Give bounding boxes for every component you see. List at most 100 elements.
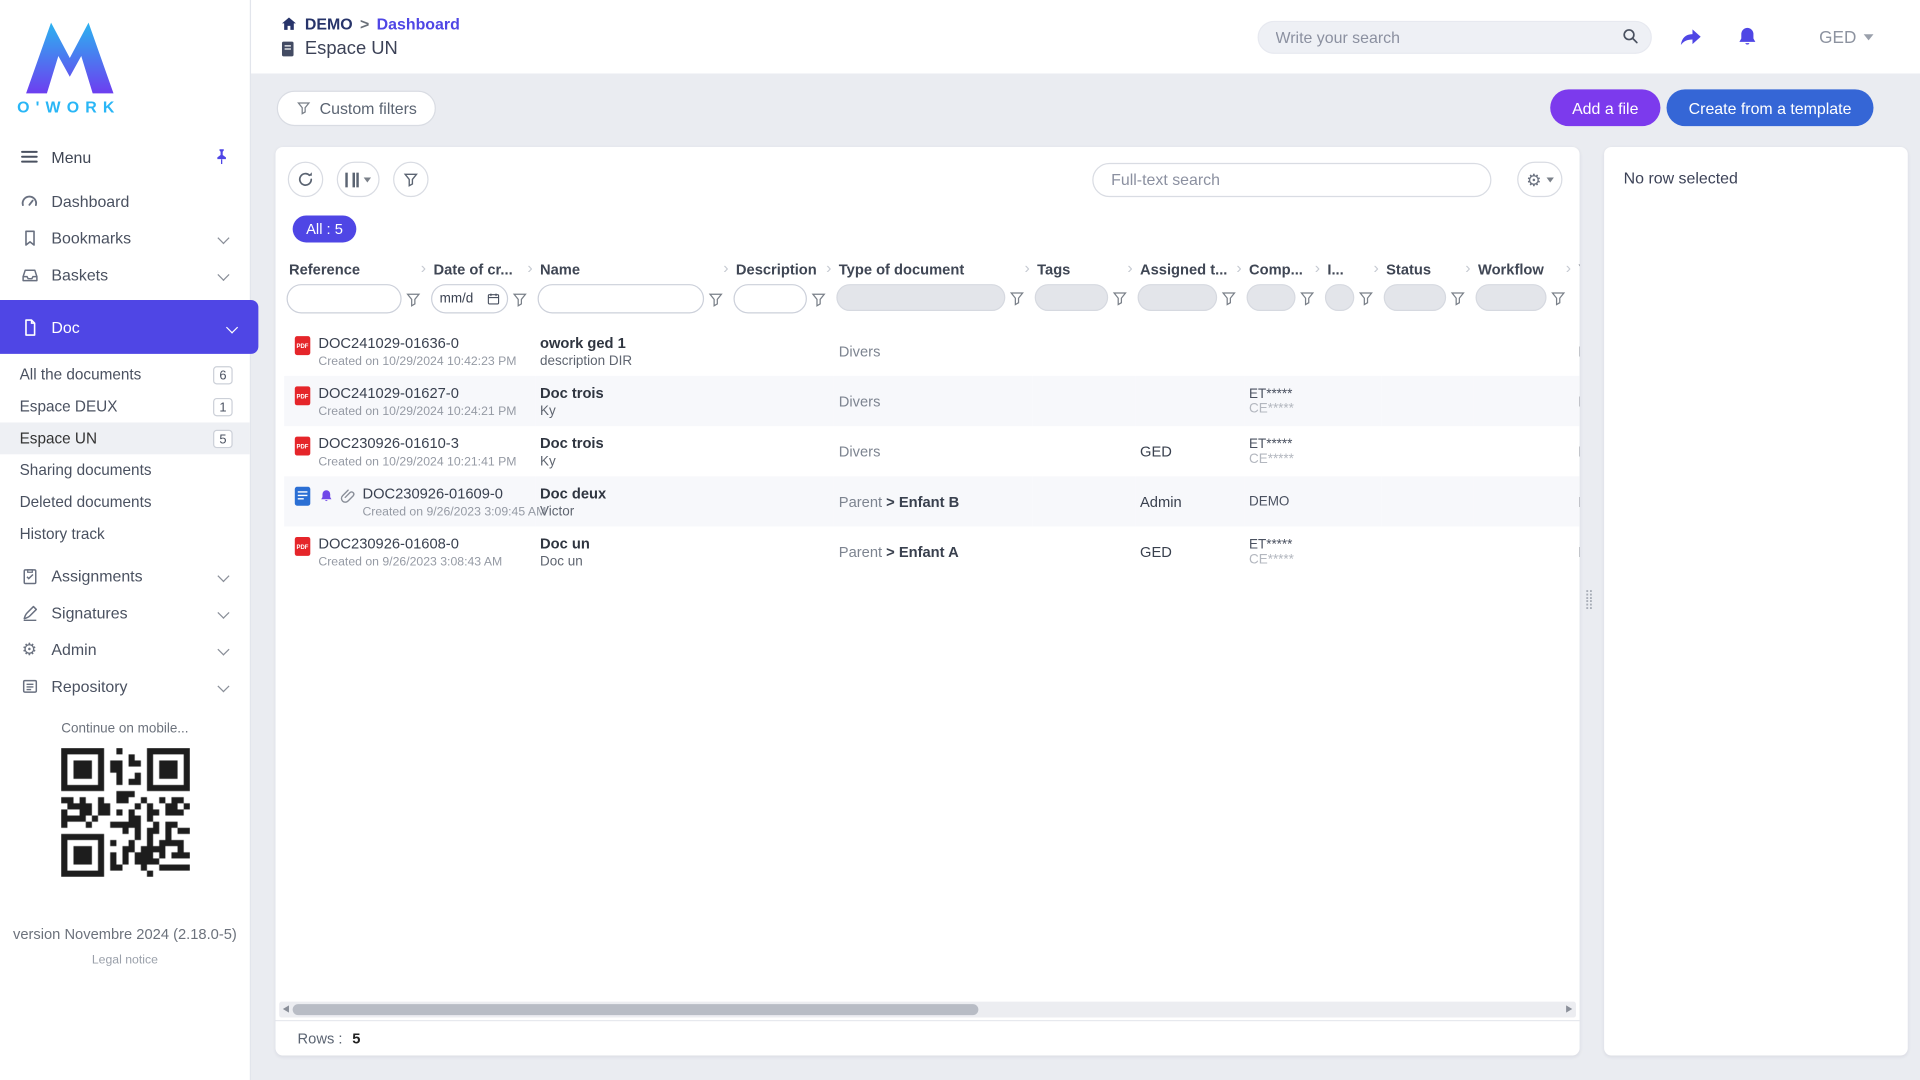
tab-all-documents[interactable]: All : 5 — [293, 216, 357, 243]
table-settings-button[interactable]: ⚙ — [1518, 162, 1563, 198]
sidebar-item-dashboard[interactable]: Dashboard — [0, 182, 250, 219]
breadcrumb-current[interactable]: Dashboard — [377, 15, 460, 33]
alert-bell-icon — [318, 488, 334, 504]
sort-chevron-icon[interactable]: › — [1566, 258, 1571, 276]
filter-button[interactable] — [393, 162, 429, 198]
user-menu[interactable]: GED — [1819, 27, 1873, 47]
table-row[interactable]: PDFDOC241029-01636-0Created on 10/29/202… — [284, 326, 1580, 376]
row-clipped-cell: E — [1578, 392, 1579, 409]
column-header-reference[interactable]: Reference› — [284, 255, 428, 284]
sort-chevron-icon[interactable]: › — [1127, 258, 1132, 276]
hamburger-icon[interactable] — [20, 147, 40, 167]
sort-chevron-icon[interactable]: › — [421, 258, 426, 276]
column-header-description[interactable]: Description› — [731, 255, 834, 284]
sort-chevron-icon[interactable]: › — [1024, 258, 1029, 276]
column-header-y[interactable]: Y — [1573, 255, 1579, 284]
sidebar-item-history-track[interactable]: History track — [0, 518, 250, 550]
refresh-button[interactable] — [288, 162, 324, 198]
sidebar-item-deleted-documents[interactable]: Deleted documents — [0, 486, 250, 518]
app-logo: O'WORK — [0, 0, 250, 116]
sidebar-item-admin[interactable]: ⚙ Admin — [0, 631, 250, 668]
filter-funnel-icon[interactable] — [1550, 290, 1566, 306]
row-company-secondary: CE***** — [1249, 451, 1318, 466]
column-filter-input[interactable] — [287, 284, 402, 313]
table-row[interactable]: PDFDOC230926-01610-3Created on 10/29/202… — [284, 426, 1580, 476]
logo-text: O'WORK — [17, 98, 250, 116]
rows-count: 5 — [352, 1030, 360, 1047]
menu-toggle[interactable]: Menu — [0, 138, 250, 175]
row-subtitle: description DIR — [540, 353, 726, 368]
columns-button[interactable] — [337, 162, 380, 198]
column-header-comp[interactable]: Comp...› — [1244, 255, 1322, 284]
filter-funnel-icon[interactable] — [1009, 290, 1025, 306]
table-row[interactable]: DOC230926-01609-0Created on 9/26/2023 3:… — [284, 476, 1580, 526]
documents-table: Reference›Date of cr...›Name›Description… — [284, 255, 1580, 577]
home-icon[interactable] — [280, 15, 297, 32]
filter-funnel-icon[interactable] — [811, 291, 827, 307]
sort-chevron-icon[interactable]: › — [826, 258, 831, 276]
column-header-i[interactable]: I...› — [1322, 255, 1381, 284]
scroll-left-arrow[interactable] — [283, 1005, 289, 1012]
row-created-date: Created on 10/29/2024 10:21:41 PM — [318, 455, 516, 468]
fulltext-search-input[interactable] — [1093, 162, 1492, 196]
chevron-down-icon — [217, 231, 229, 243]
chevron-down-icon — [217, 606, 229, 618]
filter-funnel-icon[interactable] — [512, 291, 528, 307]
sidebar-item-bookmarks[interactable]: Bookmarks — [0, 219, 250, 256]
filter-funnel-icon[interactable] — [1112, 290, 1128, 306]
custom-filters-button[interactable]: Custom filters — [277, 90, 437, 126]
calendar-icon[interactable] — [487, 293, 499, 305]
sort-chevron-icon[interactable]: › — [1236, 258, 1241, 276]
filter-funnel-icon[interactable] — [405, 291, 421, 307]
sort-chevron-icon[interactable]: › — [527, 258, 532, 276]
breadcrumb-root[interactable]: DEMO — [305, 15, 353, 33]
table-row[interactable]: PDFDOC241029-01627-0Created on 10/29/202… — [284, 376, 1580, 426]
sidebar-item-espace-deux[interactable]: Espace DEUX 1 — [0, 391, 250, 423]
filter-funnel-icon[interactable] — [1299, 290, 1315, 306]
column-header-name[interactable]: Name› — [535, 255, 731, 284]
add-file-button[interactable]: Add a file — [1550, 89, 1660, 126]
column-header-type-of-document[interactable]: Type of document› — [834, 255, 1032, 284]
sort-chevron-icon[interactable]: › — [723, 258, 728, 276]
filter-funnel-icon[interactable] — [1358, 290, 1374, 306]
column-filter-input[interactable] — [733, 284, 806, 313]
row-subtitle: Ky — [540, 454, 726, 469]
panel-resize-handle[interactable]: ⠿⠿ — [1585, 593, 1593, 613]
global-search-input[interactable] — [1257, 20, 1651, 53]
column-header-tags[interactable]: Tags› — [1032, 255, 1135, 284]
sort-chevron-icon[interactable]: › — [1465, 258, 1470, 276]
column-header-status[interactable]: Status› — [1381, 255, 1473, 284]
date-filter-input[interactable]: mm/d — [431, 284, 508, 313]
caret-down-icon — [364, 177, 371, 182]
filter-funnel-icon[interactable] — [708, 291, 724, 307]
sidebar-item-doc[interactable]: Doc — [0, 300, 258, 354]
sidebar-item-espace-un[interactable]: Espace UN 5 — [0, 422, 250, 454]
bell-icon[interactable] — [1736, 26, 1758, 48]
legal-notice-link[interactable]: Legal notice — [0, 954, 250, 967]
column-header-assigned-t[interactable]: Assigned t...› — [1135, 255, 1244, 284]
filter-funnel-icon[interactable] — [1221, 290, 1237, 306]
scroll-right-arrow[interactable] — [1566, 1005, 1572, 1012]
sort-chevron-icon[interactable]: › — [1373, 258, 1378, 276]
share-icon[interactable] — [1678, 26, 1701, 48]
column-header-date-of-cr[interactable]: Date of cr...› — [429, 255, 536, 284]
sidebar-item-signatures[interactable]: Signatures — [0, 594, 250, 631]
sidebar-item-baskets[interactable]: Baskets — [0, 256, 250, 293]
row-name: Doc un — [540, 534, 726, 551]
pdf-file-icon: PDF — [294, 335, 312, 356]
table-footer: Rows : 5 — [276, 1020, 1580, 1056]
scrollbar-thumb[interactable] — [293, 1004, 979, 1015]
sort-chevron-icon[interactable]: › — [1315, 258, 1320, 276]
sidebar-item-all-the-documents[interactable]: All the documents 6 — [0, 359, 250, 391]
sidebar-item-sharing-documents[interactable]: Sharing documents — [0, 454, 250, 486]
column-filter-input[interactable] — [538, 284, 705, 313]
search-icon[interactable] — [1621, 26, 1639, 50]
sidebar-item-repository[interactable]: Repository — [0, 667, 250, 704]
sidebar-item-assignments[interactable]: Assignments — [0, 557, 250, 594]
column-header-workflow[interactable]: Workflow› — [1473, 255, 1573, 284]
create-template-button[interactable]: Create from a template — [1667, 89, 1874, 126]
filter-funnel-icon[interactable] — [1450, 290, 1466, 306]
horizontal-scrollbar[interactable] — [279, 1002, 1576, 1018]
table-row[interactable]: PDFDOC230926-01608-0Created on 9/26/2023… — [284, 527, 1580, 577]
pin-sidebar-icon[interactable] — [213, 148, 230, 165]
